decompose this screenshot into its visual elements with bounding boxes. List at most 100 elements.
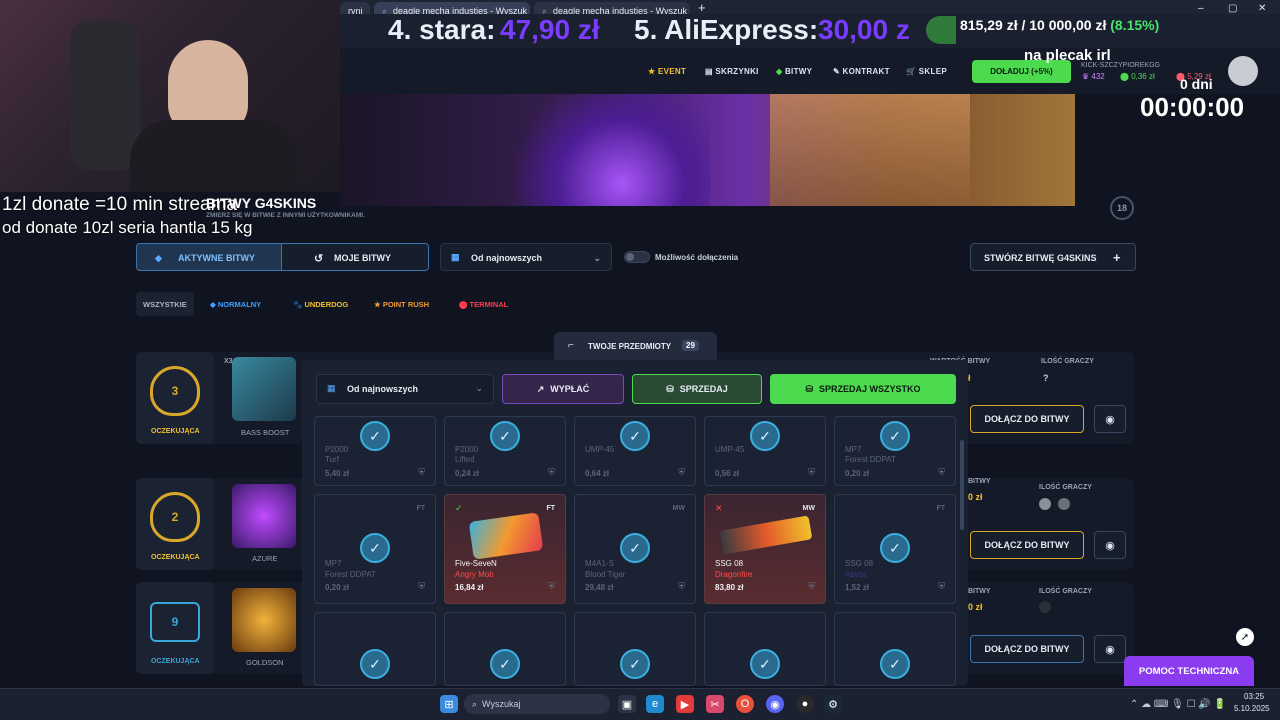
case-name: AZURE xyxy=(252,554,278,563)
sell-all-button[interactable]: ⛁ SPRZEDAJ WSZYSTKO xyxy=(770,374,956,404)
inventory-item-card[interactable]: FT ✓ SSG 08 Abyss 1,52 zł ⛨ xyxy=(834,494,956,604)
filter-normal[interactable]: ◆ NORMALNY xyxy=(210,300,261,309)
battle-value-label: BITWY xyxy=(968,588,991,595)
inventory-item-card[interactable]: ✓ P2000 Turf 5,40 zł ⛨ xyxy=(314,416,436,486)
nav-cases[interactable]: ▤ SKRZYNKI xyxy=(705,67,759,76)
opera-icon[interactable]: O xyxy=(736,695,754,713)
create-battle-button[interactable]: STWÓRZ BITWĘ G4SKINS + xyxy=(970,243,1136,271)
inventory-item-card[interactable]: ✓ MP7 Forest DDPAT 0,20 zł ⛨ xyxy=(834,416,956,486)
item-name: SSG 08 xyxy=(845,559,874,568)
filter-all[interactable]: WSZYSTKIE xyxy=(143,300,187,309)
join-battle-button[interactable]: DOŁĄCZ DO BITWY xyxy=(970,405,1084,433)
event-banner[interactable] xyxy=(340,94,1075,206)
taskbar-search[interactable]: ⌕ Wyszukaj xyxy=(464,694,610,714)
clock-date[interactable]: 5.10.2025 xyxy=(1234,704,1270,713)
inventory-item-card[interactable]: ✓ xyxy=(574,612,696,686)
join-battle-button[interactable]: DOŁĄCZ DO BITWY xyxy=(970,531,1084,559)
case-image xyxy=(232,588,296,652)
inventory-item-card[interactable]: ✓ xyxy=(444,612,566,686)
case-image xyxy=(232,357,296,421)
nav-event[interactable]: ★ EVENT xyxy=(648,67,686,76)
item-price: 16,84 zł xyxy=(455,583,484,592)
item-name: Five-SeveN xyxy=(455,559,497,568)
goal-value: 815,29 zł / 10 000,00 zł xyxy=(960,17,1107,33)
close-icon[interactable]: ✕ xyxy=(715,503,723,514)
filter-label: WSZYSTKIE xyxy=(143,300,187,309)
tray-icons[interactable]: ⌃ ☁ ⌨ 🎙 ☐ 🔊 🔋 xyxy=(1130,699,1226,710)
inventory-item-card[interactable]: ✓ UMP-45 0,64 zł ⛨ xyxy=(574,416,696,486)
steam-icon[interactable]: ⚙ xyxy=(824,695,842,713)
eye-icon[interactable]: ◉ xyxy=(1094,531,1126,559)
check-icon: ✓ xyxy=(490,421,520,451)
sell-button[interactable]: ⛁ SPRZEDAJ xyxy=(632,374,762,404)
eye-icon[interactable]: ◉ xyxy=(1094,635,1126,663)
nav-event-label: EVENT xyxy=(658,67,687,76)
nav-contract[interactable]: ✎ KONTRAKT xyxy=(833,67,890,76)
battle-status-label: OCZEKUJĄCA xyxy=(151,658,200,665)
tab-label: MOJE BITWY xyxy=(334,253,392,263)
item-name: MP7 xyxy=(325,559,342,568)
battle-status: 3 OCZEKUJĄCA xyxy=(136,352,214,444)
eye-icon[interactable]: ◉ xyxy=(1094,405,1126,433)
filter-point-rush[interactable]: ★ POINT RUSH xyxy=(374,300,429,309)
avatar[interactable] xyxy=(1228,56,1258,86)
inventory-item-card[interactable]: FT ✓ MP7 Forest DDPAT 0,20 zł ⛨ xyxy=(314,494,436,604)
join-toggle[interactable] xyxy=(624,251,650,263)
inventory-item-card[interactable]: ✓ P2000 Lifted 0,24 zł ⛨ xyxy=(444,416,566,486)
filter-terminal[interactable]: ⬤ TERMINAL xyxy=(459,300,508,309)
join-toggle-label: Możliwość dołączenia xyxy=(655,253,739,262)
tab-active-battles[interactable]: ◆ AKTYWNE BITWY xyxy=(136,243,282,271)
scrollbar[interactable] xyxy=(960,440,964,530)
item-price: 83,80 zł xyxy=(715,583,744,592)
check-icon: ✓ xyxy=(360,421,390,451)
item-price: 5,40 zł xyxy=(325,469,350,478)
players-label: ILOŚĆ GRACZY xyxy=(1039,588,1092,595)
ticker-item-label: 5. AliExpress: xyxy=(634,14,819,45)
shield-icon: ⛨ xyxy=(938,581,945,591)
item-skin: Blood Tiger xyxy=(585,570,626,579)
windows-start-icon[interactable]: ⊞ xyxy=(440,695,458,713)
filter-label: TERMINAL xyxy=(469,300,509,309)
support-button[interactable]: POMOC TECHNICZNA xyxy=(1124,656,1254,686)
snipping-icon[interactable]: ✂ xyxy=(706,695,724,713)
case-image xyxy=(232,484,296,548)
minimize-button[interactable]: – xyxy=(1198,3,1204,14)
ticker-item-price: 30,00 z xyxy=(818,14,910,45)
item-skin: Angry Mob xyxy=(455,570,494,579)
edge-icon[interactable]: e xyxy=(646,695,664,713)
gaming-chair xyxy=(70,20,140,170)
clock-time[interactable]: 03:25 xyxy=(1244,692,1264,701)
tab-my-battles[interactable]: ↺ MOJE BITWY xyxy=(282,243,429,271)
inventory-item-card[interactable]: ✓ FT Five-SeveN Angry Mob 16,84 zł ⛨ xyxy=(444,494,566,604)
inventory-tab[interactable]: ⌐ TWOJE PRZEDMIOTY 29 xyxy=(554,332,717,360)
join-battle-button[interactable]: DOŁĄCZ DO BITWY xyxy=(970,635,1084,663)
sort-dropdown[interactable]: ▦ Od najnowszych ⌄ xyxy=(440,243,612,271)
check-icon: ✓ xyxy=(750,649,780,679)
history-icon: ↺ xyxy=(314,253,324,265)
close-window-button[interactable]: ✕ xyxy=(1258,3,1266,14)
item-condition: FT xyxy=(416,505,425,512)
battle-value-label: BITWY xyxy=(968,478,991,485)
youtube-icon[interactable]: ▶ xyxy=(676,695,694,713)
battle-status-label: OCZEKUJĄCA xyxy=(151,428,200,435)
inventory-item-card[interactable]: ✓ xyxy=(314,612,436,686)
new-tab-button[interactable]: + xyxy=(698,0,706,15)
maximize-button[interactable]: ▢ xyxy=(1228,3,1237,14)
inventory-item-card[interactable]: ✓ xyxy=(834,612,956,686)
discord-icon[interactable]: ◉ xyxy=(766,695,784,713)
filter-underdog[interactable]: 🐾 UNDERDOG xyxy=(293,300,348,309)
inventory-sort-dropdown[interactable]: ▦ Od najnowszych ⌄ xyxy=(316,374,494,404)
rocket-icon[interactable]: ➚ xyxy=(1236,628,1254,646)
item-skin: Turf xyxy=(325,455,339,464)
balance-value: 0,36 zł xyxy=(1131,72,1155,81)
nav-battles[interactable]: ◆ BITWY xyxy=(776,67,812,76)
inventory-item-card[interactable]: ✓ UMP-45 0,56 zł ⛨ xyxy=(704,416,826,486)
inventory-item-card[interactable]: ✕ MW SSG 08 Dragonfire 83,80 zł ⛨ xyxy=(704,494,826,604)
withdraw-button[interactable]: ↗ WYPŁAĆ xyxy=(502,374,624,404)
nav-shop[interactable]: 🛒 SKLEP xyxy=(906,67,947,76)
task-view-icon[interactable]: ▣ xyxy=(618,695,636,713)
inventory-item-card[interactable]: MW ✓ M4A1-S Blood Tiger 29,48 zł ⛨ xyxy=(574,494,696,604)
obs-icon[interactable]: ● xyxy=(796,695,814,713)
create-battle-label: STWÓRZ BITWĘ G4SKINS xyxy=(984,253,1097,263)
inventory-item-card[interactable]: ✓ xyxy=(704,612,826,686)
